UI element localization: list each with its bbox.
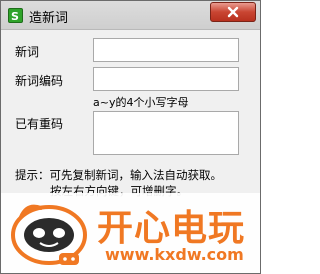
code-input[interactable] [93, 67, 239, 91]
new-word-label: 新词 [15, 45, 40, 59]
window-title: 造新词 [29, 11, 69, 26]
code-hint: a~y的4个小写字母 [93, 96, 189, 109]
existing-codes-box [93, 111, 239, 155]
new-word-input[interactable] [93, 38, 239, 62]
tip-line-1: 提示：可先复制新词，输入法自动获取。 [15, 168, 222, 182]
code-label: 新词编码 [15, 74, 64, 88]
watermark-banner: 开心电玩 www.kxdw.com [1, 193, 260, 273]
close-icon [227, 6, 239, 18]
watermark-url: www.kxdw.com [105, 245, 244, 264]
close-button[interactable] [210, 2, 256, 22]
mascot-icon [11, 204, 87, 265]
input-method-icon: S [8, 8, 23, 23]
svg-text:S: S [11, 10, 19, 21]
existing-codes-label: 已有重码 [15, 117, 64, 131]
new-word-dialog: S 造新词 新词 新词编码 a~y的4个小写字母 已有重码 提示：可先复制新词，… [0, 0, 261, 274]
watermark-logo: 开心电玩 [97, 208, 246, 249]
title-bar[interactable]: S 造新词 [1, 1, 260, 30]
